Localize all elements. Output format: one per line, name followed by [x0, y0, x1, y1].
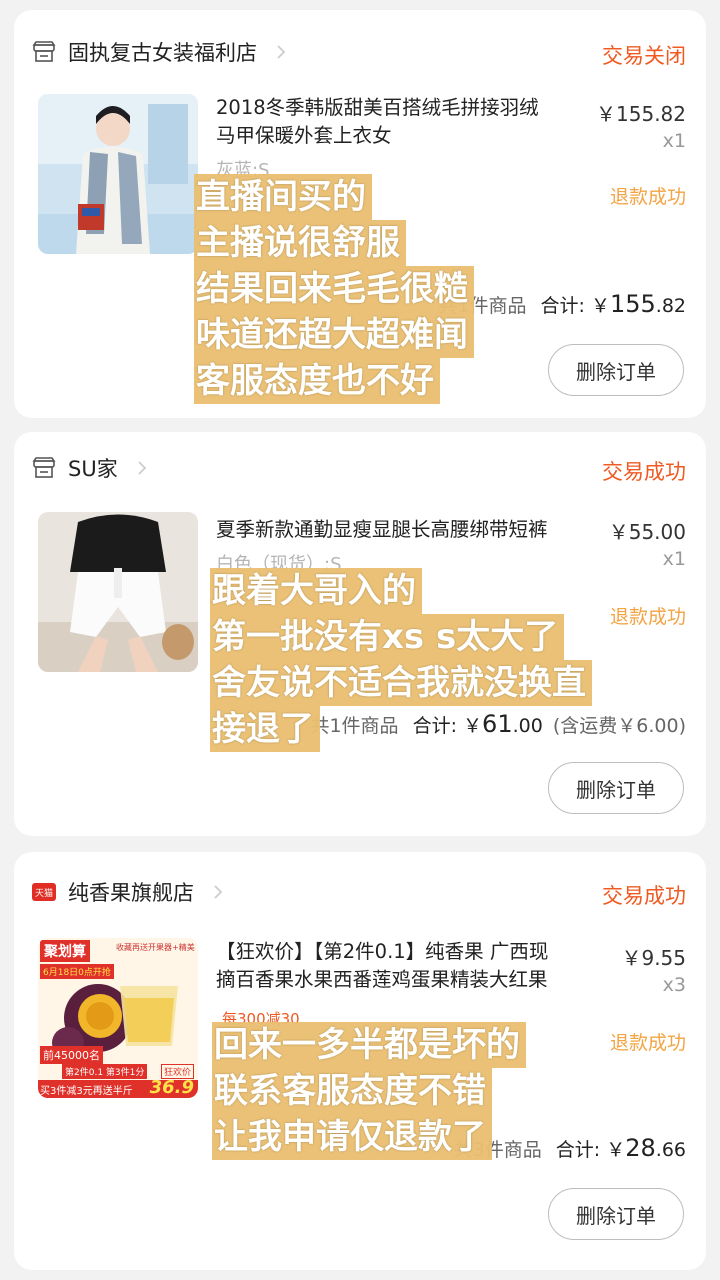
order-status: 交易成功	[602, 884, 686, 908]
product-title[interactable]: 【狂欢价】【第2件0.1】纯香果 广西现 摘百香果水果西番莲鸡蛋果精装大红果	[216, 938, 616, 994]
product-image-price: 36.9	[149, 1077, 194, 1098]
product-image[interactable]	[38, 94, 198, 254]
product-image-sold: 前45000名	[40, 1046, 103, 1064]
order-total: 共1件商品 合计: ￥155.82	[438, 290, 686, 318]
chevron-right-icon	[214, 885, 223, 899]
refund-status[interactable]: 退款成功	[610, 1028, 686, 1055]
shop-name[interactable]: SU家	[68, 453, 118, 483]
product-price: ￥155.82	[596, 102, 686, 126]
product-quantity: x1	[662, 130, 686, 152]
shop-name[interactable]: 纯香果旗舰店	[68, 877, 194, 907]
product-image[interactable]: 聚划算 收藏再送开果器+精美 6月18日0点开抢 前45000名 第2件0.1 …	[38, 938, 198, 1098]
caption-overlay: 跟着大哥入的 第一批没有xs s太大了 舍友说不适合我就没换直 接退了	[210, 568, 592, 752]
order-status: 交易成功	[602, 460, 686, 484]
delete-order-button[interactable]: 删除订单	[548, 762, 684, 814]
chevron-right-icon	[277, 45, 286, 59]
product-price: ￥55.00	[608, 520, 686, 544]
delete-order-button[interactable]: 删除订单	[548, 344, 684, 396]
shop-name[interactable]: 固执复古女装福利店	[68, 37, 257, 67]
shop-header[interactable]: 固执复古女装福利店	[32, 32, 289, 72]
product-quantity: x1	[662, 548, 686, 570]
store-icon	[32, 41, 56, 62]
caption-overlay: 直播间买的 主播说很舒服 结果回来毛毛很糙 味道还超大超难闻 客服态度也不好	[194, 174, 474, 404]
product-image-bottom: 买3件减3元再送半斤	[40, 1086, 133, 1097]
chevron-right-icon	[138, 461, 146, 475]
store-icon	[32, 457, 56, 478]
refund-status[interactable]: 退款成功	[610, 182, 686, 209]
product-title[interactable]: 夏季新款通勤显瘦显腿长高腰绑带短裤	[216, 516, 596, 544]
product-price: ￥9.55	[621, 946, 686, 970]
caption-overlay: 回来一多半都是坏的 联系客服态度不错 让我申请仅退款了	[212, 1022, 526, 1160]
product-image[interactable]	[38, 512, 198, 672]
product-quantity: x3	[662, 974, 686, 996]
shop-header[interactable]: SU家	[32, 448, 150, 488]
tmall-icon: 天猫	[32, 883, 56, 901]
order-status: 交易关闭	[602, 44, 686, 68]
product-image-deal: 第2件0.1 第3件1分	[62, 1064, 148, 1079]
shop-header[interactable]: 天猫 纯香果旗舰店	[32, 872, 226, 912]
product-title[interactable]: 2018冬季韩版甜美百搭绒毛拼接羽绒 马甲保暖外套上衣女	[216, 94, 576, 150]
delete-order-button[interactable]: 删除订单	[548, 1188, 684, 1240]
refund-status[interactable]: 退款成功	[610, 602, 686, 629]
